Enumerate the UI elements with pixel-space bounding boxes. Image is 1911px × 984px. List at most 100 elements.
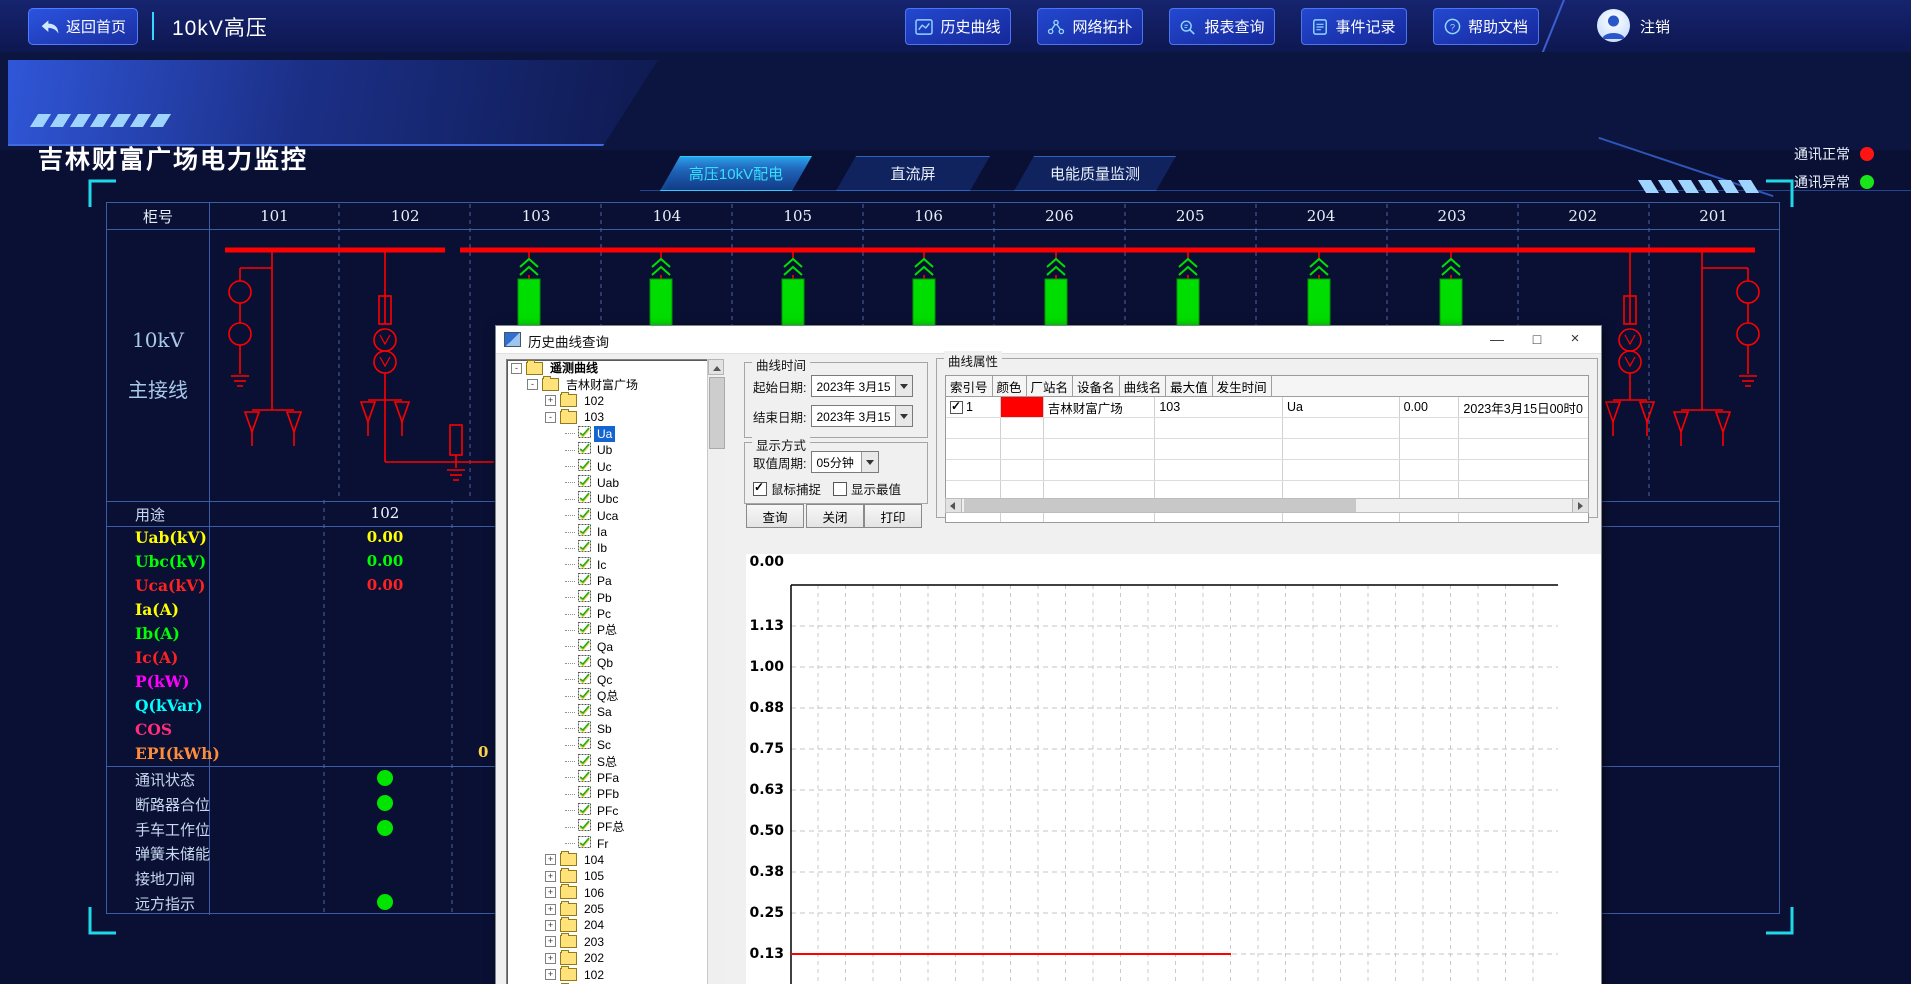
cabinet-number: 104 bbox=[601, 203, 732, 229]
tree-item-label: Ua bbox=[594, 426, 615, 442]
tree-item[interactable]: Uca bbox=[507, 508, 722, 524]
scroll-left-icon[interactable] bbox=[946, 499, 962, 512]
tree-item[interactable]: Ua bbox=[507, 426, 722, 442]
tree-item[interactable]: Sb bbox=[507, 721, 722, 737]
report-query-button[interactable]: 报表查询 bbox=[1169, 8, 1275, 45]
attr-column-header: 曲线名 bbox=[1120, 376, 1167, 396]
expand-toggle-icon[interactable] bbox=[527, 379, 538, 390]
comm-normal-legend: 通讯正常 bbox=[1788, 144, 1874, 164]
tree-item[interactable]: Ic bbox=[507, 557, 722, 573]
back-home-button[interactable]: 返回首页 bbox=[28, 8, 138, 45]
event-log-button[interactable]: 事件记录 bbox=[1301, 8, 1407, 45]
expand-toggle-icon[interactable] bbox=[545, 854, 556, 865]
tab-power-quality[interactable]: 电能质量监测 bbox=[1014, 156, 1176, 191]
tree-item[interactable]: Ubc bbox=[507, 491, 722, 507]
tree-item[interactable]: 103 bbox=[507, 409, 722, 425]
tree-item-label: 102 bbox=[581, 967, 607, 983]
scroll-up-icon[interactable] bbox=[708, 359, 724, 375]
tree-item[interactable]: Ub bbox=[507, 442, 722, 458]
attr-row[interactable]: 1 吉林财富广场 103 Ua 0.00 2023年3月15日00时0 bbox=[946, 397, 1588, 418]
query-button[interactable]: 查询 bbox=[746, 504, 804, 528]
tree-item[interactable]: 205 bbox=[507, 901, 722, 917]
expand-toggle-icon[interactable] bbox=[511, 363, 522, 374]
view-tabs: 高压10kV配电 直流屏 电能质量监测 bbox=[660, 156, 1176, 189]
tree-item[interactable]: Qc bbox=[507, 671, 722, 687]
tree-item[interactable]: P总 bbox=[507, 622, 722, 638]
expand-toggle-icon[interactable] bbox=[545, 969, 556, 980]
tree-item[interactable]: S总 bbox=[507, 753, 722, 769]
dialog-titlebar[interactable]: 历史曲线查询 — □ × bbox=[496, 326, 1601, 354]
expand-toggle-icon[interactable] bbox=[545, 887, 556, 898]
tree-item[interactable]: PF总 bbox=[507, 819, 722, 835]
scroll-thumb[interactable] bbox=[709, 377, 725, 449]
tree-item[interactable]: Ia bbox=[507, 524, 722, 540]
tree-connector bbox=[565, 696, 575, 697]
tab-dc-screen[interactable]: 直流屏 bbox=[836, 156, 990, 191]
minimize-button[interactable]: — bbox=[1483, 329, 1511, 349]
tree-item[interactable]: 105 bbox=[507, 868, 722, 884]
tree-item[interactable]: Uab bbox=[507, 475, 722, 491]
help-doc-button[interactable]: ? 帮助文档 bbox=[1433, 8, 1539, 45]
tab-hv-10kv[interactable]: 高压10kV配电 bbox=[660, 156, 812, 191]
user-avatar[interactable] bbox=[1597, 9, 1630, 42]
dropdown-arrow-icon[interactable] bbox=[895, 376, 912, 396]
tree-item-label: Pb bbox=[594, 590, 615, 606]
measurement-label: Ib(A) bbox=[135, 624, 180, 643]
tree-item[interactable]: 106 bbox=[507, 885, 722, 901]
network-topology-button[interactable]: 网络拓扑 bbox=[1037, 8, 1143, 45]
expand-toggle-icon[interactable] bbox=[545, 936, 556, 947]
logout-button[interactable]: 注销 bbox=[1640, 16, 1670, 37]
cabinet-header-label: 柜号 bbox=[107, 203, 209, 229]
tree-item[interactable]: 吉林财富广场 bbox=[507, 376, 722, 392]
tree-item[interactable]: Q总 bbox=[507, 688, 722, 704]
tree-item[interactable]: 203 bbox=[507, 934, 722, 950]
scroll-right-icon[interactable] bbox=[1572, 499, 1588, 512]
dropdown-arrow-icon[interactable] bbox=[895, 406, 912, 426]
tree-item[interactable]: PFb bbox=[507, 786, 722, 802]
history-curve-button[interactable]: 历史曲线 bbox=[905, 8, 1011, 45]
tree-item[interactable]: 104 bbox=[507, 852, 722, 868]
attr-horizontal-scrollbar[interactable] bbox=[945, 498, 1589, 513]
expand-toggle-icon[interactable] bbox=[545, 953, 556, 964]
expand-toggle-icon[interactable] bbox=[545, 920, 556, 931]
end-date-picker[interactable]: 2023年 3月15 bbox=[811, 405, 913, 427]
tree-item[interactable]: Fr bbox=[507, 835, 722, 851]
tree-item[interactable]: PFa bbox=[507, 770, 722, 786]
expand-toggle-icon[interactable] bbox=[545, 904, 556, 915]
tree-item[interactable]: 202 bbox=[507, 950, 722, 966]
expand-toggle-icon[interactable] bbox=[545, 412, 556, 423]
tree-item[interactable]: Ib bbox=[507, 540, 722, 556]
cabinet-number: 203 bbox=[1386, 203, 1517, 229]
scroll-thumb[interactable] bbox=[964, 499, 1356, 512]
tree-item[interactable]: Qa bbox=[507, 639, 722, 655]
close-button[interactable]: × bbox=[1561, 329, 1589, 349]
cabinet-number: 206 bbox=[994, 203, 1125, 229]
tree-scrollbar[interactable] bbox=[707, 359, 724, 984]
tree-item[interactable]: Pb bbox=[507, 589, 722, 605]
row-checkbox[interactable] bbox=[950, 401, 963, 414]
maximize-button[interactable]: □ bbox=[1523, 329, 1551, 349]
tree-item[interactable]: Sa bbox=[507, 704, 722, 720]
mouse-capture-checkbox[interactable] bbox=[753, 482, 767, 496]
tree-item[interactable]: 102 bbox=[507, 393, 722, 409]
tree-item[interactable]: Pa bbox=[507, 573, 722, 589]
show-max-label: 显示最值 bbox=[851, 479, 901, 498]
tree-item[interactable]: Uc bbox=[507, 458, 722, 474]
tree-item[interactable]: 遥测曲线 bbox=[507, 360, 722, 376]
tree-item-label: PFc bbox=[594, 803, 621, 819]
dropdown-arrow-icon[interactable] bbox=[861, 452, 878, 472]
start-date-picker[interactable]: 2023年 3月15 bbox=[811, 375, 913, 397]
show-max-checkbox[interactable] bbox=[833, 482, 847, 496]
tree-item[interactable]: Pc bbox=[507, 606, 722, 622]
print-button[interactable]: 打印 bbox=[864, 504, 922, 528]
tree-item[interactable]: PFc bbox=[507, 803, 722, 819]
tree-item[interactable]: 204 bbox=[507, 917, 722, 933]
expand-toggle-icon[interactable] bbox=[545, 871, 556, 882]
expand-toggle-icon[interactable] bbox=[545, 395, 556, 406]
period-label: 取值周期: bbox=[753, 453, 806, 472]
tree-item[interactable]: Sc bbox=[507, 737, 722, 753]
period-select[interactable]: 05分钟 bbox=[811, 451, 879, 473]
tree-item[interactable]: 102 bbox=[507, 966, 722, 982]
tree-item[interactable]: Qb bbox=[507, 655, 722, 671]
close-dialog-button[interactable]: 关闭 bbox=[806, 504, 864, 528]
